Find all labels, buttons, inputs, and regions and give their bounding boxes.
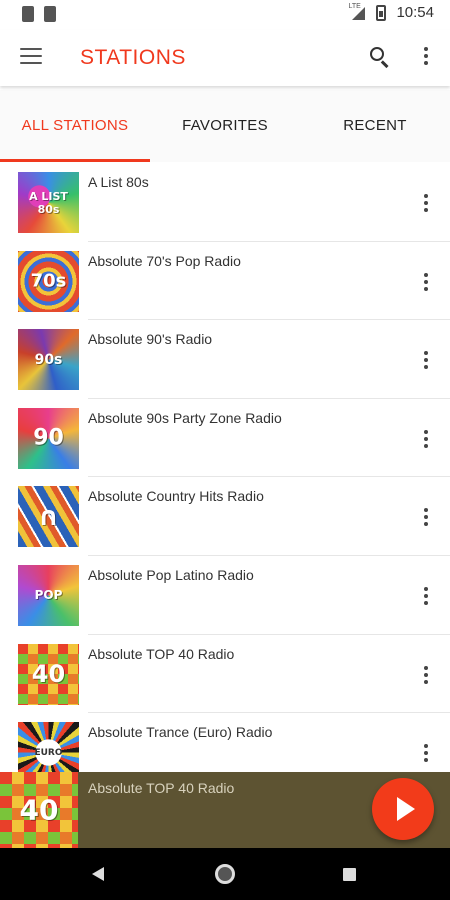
station-name: Absolute Pop Latino Radio xyxy=(88,566,254,583)
tab-favorites[interactable]: FAVORITES xyxy=(150,90,300,162)
station-options-icon[interactable] xyxy=(418,586,434,607)
station-options-icon[interactable] xyxy=(418,508,434,528)
station-name: Absolute Trance (Euro) Radio xyxy=(88,724,273,741)
clock: 10:54 xyxy=(396,4,434,21)
now-playing-title: Absolute TOP 40 Radio xyxy=(88,780,235,796)
station-artwork: 90s xyxy=(18,329,79,391)
home-icon[interactable] xyxy=(215,864,235,884)
app-bar: STATIONS xyxy=(0,30,450,86)
now-playing-bar[interactable]: 40 Absolute TOP 40 Radio xyxy=(0,772,450,848)
station-row-absolute-country-hits[interactable]: ∩ Absolute Country Hits Radio xyxy=(0,477,450,556)
station-row-absolute-90s-party-zone[interactable]: 90 Absolute 90s Party Zone Radio xyxy=(0,399,450,478)
overflow-menu-icon[interactable] xyxy=(418,47,434,69)
tab-all-stations[interactable]: ALL STATIONS xyxy=(0,90,150,162)
system-nav-bar xyxy=(0,848,450,900)
battery-icon xyxy=(376,4,387,21)
station-artwork: 90 xyxy=(18,407,79,469)
station-row-a-list-80s[interactable]: A LIST 80s A List 80s xyxy=(0,163,450,242)
station-options-icon[interactable] xyxy=(418,744,434,764)
station-artwork: 40 xyxy=(18,643,79,705)
station-name: Absolute 90's Radio xyxy=(88,331,213,348)
station-artwork: ∩ xyxy=(18,486,79,548)
back-icon[interactable] xyxy=(92,867,104,881)
station-name: Absolute Country Hits Radio xyxy=(88,488,264,505)
sd-card-icon xyxy=(44,6,56,22)
station-list[interactable]: A LIST 80s A List 80s 70s Absolute 70's … xyxy=(0,163,450,792)
now-playing-artwork: 40 xyxy=(0,772,78,848)
play-icon xyxy=(397,797,415,821)
station-artwork: A LIST 80s xyxy=(18,172,79,233)
active-tab-indicator xyxy=(0,159,150,162)
page-title: STATIONS xyxy=(80,46,186,69)
tab-recent[interactable]: RECENT xyxy=(300,90,450,162)
play-button[interactable] xyxy=(372,778,434,840)
tab-bar: ALL STATIONS FAVORITES RECENT xyxy=(0,90,450,162)
station-row-absolute-70s[interactable]: 70s Absolute 70's Pop Radio xyxy=(0,242,450,321)
station-row-absolute-90s[interactable]: 90s Absolute 90's Radio xyxy=(0,320,450,399)
station-options-icon[interactable] xyxy=(418,351,434,371)
signal-icon: LTE xyxy=(348,3,366,21)
station-name: Absolute TOP 40 Radio xyxy=(88,645,235,662)
station-name: A List 80s xyxy=(88,174,149,190)
station-row-absolute-top-40[interactable]: 40 Absolute TOP 40 Radio xyxy=(0,635,450,714)
station-row-absolute-pop-latino[interactable]: POP Absolute Pop Latino Radio xyxy=(0,556,450,635)
station-options-icon[interactable] xyxy=(418,429,434,450)
station-artwork: 70s xyxy=(18,250,79,312)
status-bar: LTE 10:54 xyxy=(0,0,450,30)
station-name: Absolute 70's Pop Radio xyxy=(88,252,241,269)
station-name: Absolute 90s Party Zone Radio xyxy=(88,409,282,426)
search-icon[interactable] xyxy=(368,45,392,69)
menu-icon[interactable] xyxy=(20,48,42,66)
sim-card-icon xyxy=(22,6,34,22)
station-options-icon[interactable] xyxy=(418,194,434,214)
station-artwork: POP xyxy=(18,564,79,626)
recents-icon[interactable] xyxy=(343,868,356,881)
station-options-icon[interactable] xyxy=(418,665,434,686)
station-options-icon[interactable] xyxy=(418,272,434,293)
